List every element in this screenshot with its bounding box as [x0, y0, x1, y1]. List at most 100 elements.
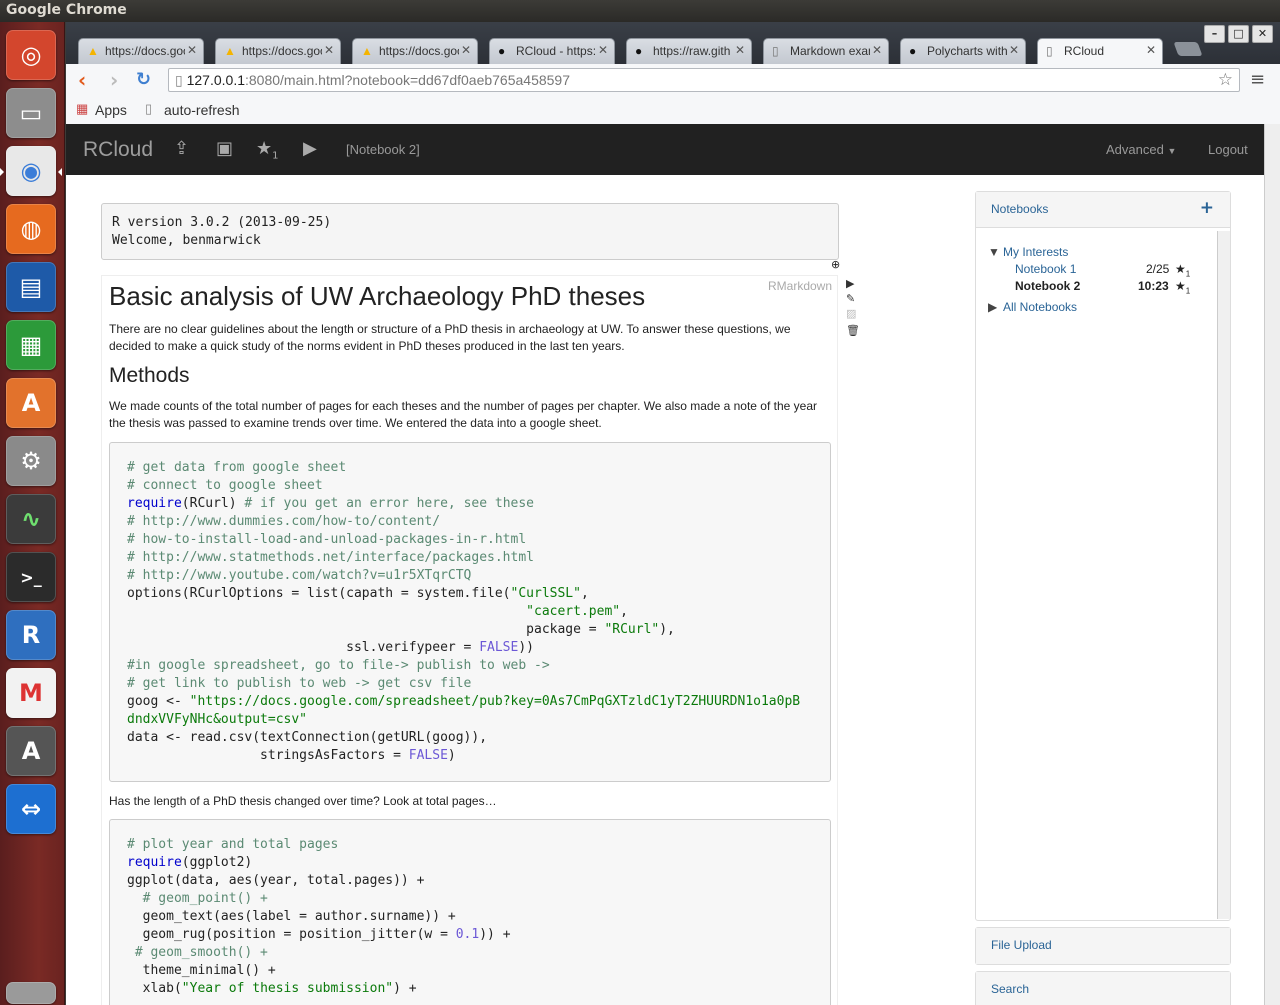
browser-tab[interactable]: ● RCloud - https:/✕: [489, 38, 615, 64]
page-icon: ▯: [145, 101, 153, 116]
github-icon: ●: [635, 44, 643, 58]
address-bar[interactable]: ▯ 127.0.0.1:8080/main.html?notebook=dd67…: [168, 68, 1240, 92]
bookmark-star-icon[interactable]: ☆: [1218, 69, 1233, 91]
expand-caret-icon[interactable]: ▼: [988, 245, 1000, 259]
tab-title: RCloud: [1064, 44, 1105, 58]
methods-heading: Methods: [109, 364, 190, 387]
gmail-icon[interactable]: M: [6, 668, 56, 718]
firefox-icon[interactable]: ◍: [6, 204, 56, 254]
my-interests-folder[interactable]: My Interests: [1003, 245, 1068, 259]
all-notebooks-folder[interactable]: All Notebooks: [1003, 300, 1077, 314]
code-token: FALSE: [408, 748, 448, 763]
os-app-title: Google Chrome: [6, 2, 127, 18]
new-notebook-icon[interactable]: +: [1200, 198, 1214, 218]
notebook-2-link[interactable]: Notebook 2: [1015, 279, 1080, 293]
code-token: stringsAsFactors =: [127, 748, 409, 763]
code-line: geom_text(aes(label = author.surname)) +: [127, 908, 813, 926]
logout-link[interactable]: Logout: [1208, 142, 1248, 157]
star-count: 1: [1185, 269, 1191, 279]
browser-tab[interactable]: ▲ https://docs.goo ✕: [78, 38, 204, 64]
edit-cell-icon[interactable]: ✎: [846, 292, 855, 305]
minimize-icon[interactable]: –: [1204, 25, 1225, 43]
file-upload-header[interactable]: File Upload: [976, 928, 1230, 964]
delete-cell-icon[interactable]: 🗑: [846, 324, 860, 337]
close-tab-icon[interactable]: ✕: [1146, 43, 1156, 57]
close-tab-icon[interactable]: ✕: [324, 43, 334, 57]
r-version-line: R version 3.0.2 (2013-09-25): [112, 215, 332, 230]
files-icon[interactable]: ▭: [6, 88, 56, 138]
chrome-window: ▲ https://docs.goo ✕ ▲ https://docs.goo ✕ ▲ h…: [66, 22, 1280, 1005]
chrome-icon[interactable]: ◉: [6, 146, 56, 196]
ubuntu-dash-icon[interactable]: ◎: [6, 30, 56, 80]
run-cell-icon[interactable]: ▶: [846, 277, 854, 290]
software-center-icon[interactable]: A: [6, 378, 56, 428]
trash-icon[interactable]: [6, 982, 56, 1004]
page-scrollbar[interactable]: [1264, 124, 1280, 1005]
close-tab-icon[interactable]: ✕: [461, 43, 471, 57]
methods-paragraph: We made counts of the total number of pa…: [109, 399, 817, 430]
notebooks-scrollbar[interactable]: [1217, 231, 1230, 919]
bookmark-auto-refresh[interactable]: auto-refresh: [164, 102, 239, 118]
search-header[interactable]: Search: [976, 972, 1230, 1005]
notebooks-header[interactable]: Notebooks +: [976, 192, 1230, 228]
file-upload-panel[interactable]: File Upload: [975, 927, 1231, 965]
code-line: stringsAsFactors = FALSE): [127, 747, 813, 765]
calc-icon[interactable]: ▦: [6, 320, 56, 370]
maximize-icon[interactable]: □: [1228, 25, 1249, 43]
run-all-icon[interactable]: ▶: [303, 138, 317, 159]
code-line: # http://www.dummies.com/how-to/content/: [127, 513, 813, 531]
system-monitor-icon[interactable]: ∿: [6, 494, 56, 544]
search-panel[interactable]: Search: [975, 971, 1231, 1005]
code-block-plot: # plot year and total pages require(ggplo…: [109, 819, 831, 1005]
github-icon: ●: [498, 44, 506, 58]
close-tab-icon[interactable]: ✕: [598, 43, 608, 57]
browser-tab[interactable]: ● Polycharts with ✕: [900, 38, 1026, 64]
browser-tab[interactable]: ● https://raw.gith ✕: [626, 38, 752, 64]
close-tab-icon[interactable]: ✕: [1009, 43, 1019, 57]
notebook-2-stars[interactable]: ★1: [1175, 279, 1190, 295]
reload-icon[interactable]: ↻: [136, 69, 151, 90]
rcloud-brand[interactable]: RCloud: [83, 138, 153, 162]
updater-icon[interactable]: A: [6, 726, 56, 776]
writer-icon[interactable]: ▤: [6, 262, 56, 312]
code-line: # how-to-install-load-and-unload-package…: [127, 531, 813, 549]
insert-cell-icon[interactable]: ⊕: [831, 258, 840, 271]
teamviewer-icon[interactable]: ⇔: [6, 784, 56, 834]
terminal-icon[interactable]: >_: [6, 552, 56, 602]
bookmark-apps[interactable]: Apps: [95, 102, 127, 118]
close-tab-icon[interactable]: ✕: [187, 43, 197, 57]
forward-icon[interactable]: ›: [110, 68, 118, 92]
advanced-menu[interactable]: Advanced ▼: [1106, 142, 1176, 157]
code-token: ): [447, 748, 456, 763]
code-line: # geom_point() +: [127, 890, 813, 908]
browser-tab[interactable]: ▲ https://docs.goo ✕: [352, 38, 478, 64]
notebook-1-link[interactable]: Notebook 1: [1015, 262, 1076, 276]
browser-tab[interactable]: ▯ Markdown exam ✕: [763, 38, 889, 64]
system-settings-icon[interactable]: ⚙: [6, 436, 56, 486]
star-icon[interactable]: ★1: [256, 138, 279, 162]
close-tab-icon[interactable]: ✕: [735, 43, 745, 57]
notebook-1-stars[interactable]: ★1: [1175, 262, 1190, 278]
code-line: data <- read.csv(textConnection(getURL(g…: [127, 729, 813, 747]
share-icon[interactable]: ⇪: [174, 138, 189, 159]
close-tab-icon[interactable]: ✕: [872, 43, 882, 57]
close-window-icon[interactable]: ✕: [1252, 25, 1273, 43]
cell-language-label[interactable]: RMarkdown: [768, 279, 832, 293]
notebook-title[interactable]: [Notebook 2]: [346, 142, 420, 157]
code-line: require(RCurl) # if you get an error her…: [127, 495, 813, 513]
browser-tab-active[interactable]: ▯ RCloud ✕: [1037, 38, 1163, 64]
back-icon[interactable]: ‹: [78, 68, 86, 92]
save-icon[interactable]: ▣: [216, 138, 233, 159]
code-token: require: [127, 855, 182, 870]
image-icon[interactable]: ▨: [846, 307, 856, 320]
rstudio-icon[interactable]: R: [6, 610, 56, 660]
page-info-icon[interactable]: ▯: [175, 72, 183, 88]
code-line: package = "RCurl"),: [127, 621, 813, 639]
chrome-menu-icon[interactable]: ≡: [1250, 69, 1265, 90]
collapse-caret-icon[interactable]: ▶: [988, 300, 997, 314]
new-tab-button[interactable]: [1173, 42, 1203, 56]
browser-tab[interactable]: ▲ https://docs.goo ✕: [215, 38, 341, 64]
code-token: "Year of thesis submission": [181, 981, 394, 996]
intro-paragraph: There are no clear guidelines about the …: [109, 322, 791, 353]
